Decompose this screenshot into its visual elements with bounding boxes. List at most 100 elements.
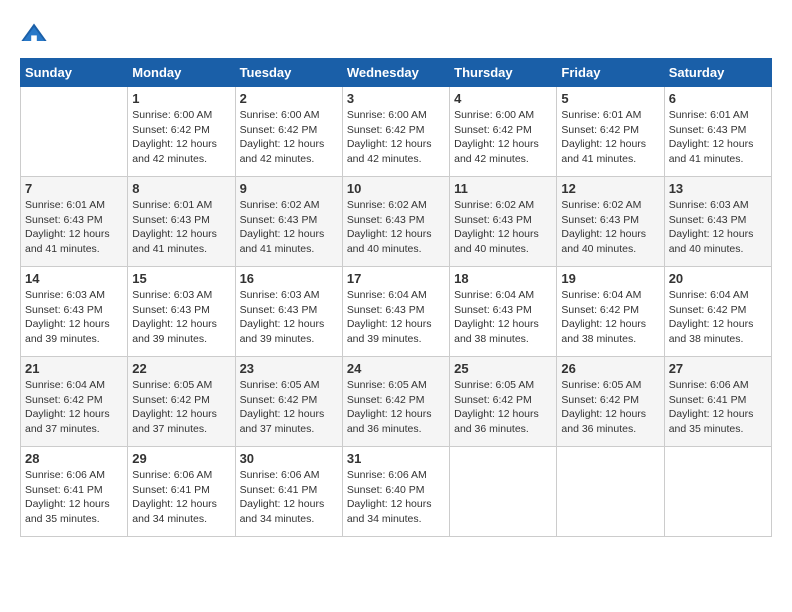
column-header-wednesday: Wednesday (342, 59, 449, 87)
calendar-cell: 6Sunrise: 6:01 AM Sunset: 6:43 PM Daylig… (664, 87, 771, 177)
calendar-cell: 9 Sunrise: 6:02 AM Sunset: 6:43 PM Daylig… (235, 177, 342, 267)
day-info: Sunrise: 6:00 AM Sunset: 6:42 PM Dayligh… (132, 108, 230, 167)
day-number: 22 (132, 361, 230, 376)
day-number: 15 (132, 271, 230, 286)
day-number: 8 (132, 181, 230, 196)
day-info: Sunrise: 6:00 AM Sunset: 6:42 PM Dayligh… (347, 108, 445, 167)
day-number: 19 (561, 271, 659, 286)
day-info: Sunrise: 6:06 AM Sunset: 6:40 PM Dayligh… (347, 468, 445, 527)
calendar-week-row: 28Sunrise: 6:06 AM Sunset: 6:41 PM Dayli… (21, 447, 772, 537)
calendar-cell: 14 Sunrise: 6:03 AM Sunset: 6:43 PM Dayli… (21, 267, 128, 357)
day-info: Sunrise: 6:06 AM Sunset: 6:41 PM Dayligh… (669, 378, 767, 437)
day-info: Sunrise: 6:04 AM Sunset: 6:43 PM Dayligh… (347, 288, 445, 347)
day-number: 17 (347, 271, 445, 286)
day-info: Sunrise: 6:06 AM Sunset: 6:41 PM Dayligh… (240, 468, 338, 527)
column-header-saturday: Saturday (664, 59, 771, 87)
calendar-cell: 5 Sunrise: 6:01 AM Sunset: 6:42 PM Daylig… (557, 87, 664, 177)
calendar-cell: 21 Sunrise: 6:04 AM Sunset: 6:42 PM Dayli… (21, 357, 128, 447)
column-header-sunday: Sunday (21, 59, 128, 87)
calendar: SundayMondayTuesdayWednesdayThursdayFrid… (20, 58, 772, 537)
day-number: 14 (25, 271, 123, 286)
day-number: 26 (561, 361, 659, 376)
calendar-cell: 26 Sunrise: 6:05 AM Sunset: 6:42 PM Dayli… (557, 357, 664, 447)
calendar-cell: 28Sunrise: 6:06 AM Sunset: 6:41 PM Dayli… (21, 447, 128, 537)
day-number: 4 (454, 91, 552, 106)
day-info: Sunrise: 6:05 AM Sunset: 6:42 PM Dayligh… (240, 378, 338, 437)
column-header-thursday: Thursday (450, 59, 557, 87)
day-info: Sunrise: 6:00 AM Sunset: 6:42 PM Dayligh… (240, 108, 338, 167)
day-number: 18 (454, 271, 552, 286)
calendar-cell: 16 Sunrise: 6:03 AM Sunset: 6:43 PM Dayli… (235, 267, 342, 357)
day-info: Sunrise: 6:02 AM Sunset: 6:43 PM Dayligh… (561, 198, 659, 257)
calendar-cell: 13 Sunrise: 6:03 AM Sunset: 6:43 PM Dayli… (664, 177, 771, 267)
day-info: Sunrise: 6:02 AM Sunset: 6:43 PM Dayligh… (240, 198, 338, 257)
column-header-friday: Friday (557, 59, 664, 87)
day-number: 21 (25, 361, 123, 376)
day-info: Sunrise: 6:01 AM Sunset: 6:43 PM Dayligh… (132, 198, 230, 257)
day-number: 7 (25, 181, 123, 196)
day-number: 31 (347, 451, 445, 466)
day-number: 6 (669, 91, 767, 106)
day-number: 16 (240, 271, 338, 286)
day-info: Sunrise: 6:00 AM Sunset: 6:42 PM Dayligh… (454, 108, 552, 167)
calendar-cell: 12 Sunrise: 6:02 AM Sunset: 6:43 PM Dayli… (557, 177, 664, 267)
day-number: 29 (132, 451, 230, 466)
calendar-cell (21, 87, 128, 177)
day-info: Sunrise: 6:01 AM Sunset: 6:42 PM Dayligh… (561, 108, 659, 167)
day-info: Sunrise: 6:06 AM Sunset: 6:41 PM Dayligh… (132, 468, 230, 527)
day-info: Sunrise: 6:06 AM Sunset: 6:41 PM Dayligh… (25, 468, 123, 527)
day-number: 5 (561, 91, 659, 106)
day-info: Sunrise: 6:03 AM Sunset: 6:43 PM Dayligh… (240, 288, 338, 347)
day-number: 25 (454, 361, 552, 376)
day-number: 3 (347, 91, 445, 106)
calendar-cell: 11Sunrise: 6:02 AM Sunset: 6:43 PM Dayli… (450, 177, 557, 267)
calendar-cell: 17 Sunrise: 6:04 AM Sunset: 6:43 PM Dayli… (342, 267, 449, 357)
calendar-week-row: 21 Sunrise: 6:04 AM Sunset: 6:42 PM Dayli… (21, 357, 772, 447)
column-header-monday: Monday (128, 59, 235, 87)
day-number: 30 (240, 451, 338, 466)
calendar-cell: 3 Sunrise: 6:00 AM Sunset: 6:42 PM Daylig… (342, 87, 449, 177)
day-number: 13 (669, 181, 767, 196)
day-info: Sunrise: 6:03 AM Sunset: 6:43 PM Dayligh… (669, 198, 767, 257)
day-info: Sunrise: 6:04 AM Sunset: 6:43 PM Dayligh… (454, 288, 552, 347)
day-info: Sunrise: 6:03 AM Sunset: 6:43 PM Dayligh… (25, 288, 123, 347)
day-number: 9 (240, 181, 338, 196)
calendar-cell: 29 Sunrise: 6:06 AM Sunset: 6:41 PM Dayli… (128, 447, 235, 537)
calendar-cell: 15Sunrise: 6:03 AM Sunset: 6:43 PM Dayli… (128, 267, 235, 357)
calendar-week-row: 1 Sunrise: 6:00 AM Sunset: 6:42 PM Daylig… (21, 87, 772, 177)
day-info: Sunrise: 6:02 AM Sunset: 6:43 PM Dayligh… (454, 198, 552, 257)
calendar-cell: 10 Sunrise: 6:02 AM Sunset: 6:43 PM Dayli… (342, 177, 449, 267)
calendar-cell: 25Sunrise: 6:05 AM Sunset: 6:42 PM Dayli… (450, 357, 557, 447)
calendar-cell: 18 Sunrise: 6:04 AM Sunset: 6:43 PM Dayli… (450, 267, 557, 357)
day-number: 10 (347, 181, 445, 196)
calendar-cell: 19Sunrise: 6:04 AM Sunset: 6:42 PM Dayli… (557, 267, 664, 357)
logo-icon (20, 20, 48, 48)
calendar-week-row: 7 Sunrise: 6:01 AM Sunset: 6:43 PM Daylig… (21, 177, 772, 267)
calendar-cell: 31 Sunrise: 6:06 AM Sunset: 6:40 PM Dayli… (342, 447, 449, 537)
calendar-cell: 1 Sunrise: 6:00 AM Sunset: 6:42 PM Daylig… (128, 87, 235, 177)
calendar-cell (557, 447, 664, 537)
calendar-cell: 23 Sunrise: 6:05 AM Sunset: 6:42 PM Dayli… (235, 357, 342, 447)
day-number: 2 (240, 91, 338, 106)
calendar-cell: 7Sunrise: 6:01 AM Sunset: 6:43 PM Daylig… (21, 177, 128, 267)
day-number: 1 (132, 91, 230, 106)
calendar-cell: 2 Sunrise: 6:00 AM Sunset: 6:42 PM Daylig… (235, 87, 342, 177)
calendar-cell: 24Sunrise: 6:05 AM Sunset: 6:42 PM Dayli… (342, 357, 449, 447)
header (20, 20, 772, 48)
logo (20, 20, 52, 48)
day-info: Sunrise: 6:05 AM Sunset: 6:42 PM Dayligh… (132, 378, 230, 437)
day-number: 23 (240, 361, 338, 376)
day-info: Sunrise: 6:04 AM Sunset: 6:42 PM Dayligh… (669, 288, 767, 347)
column-header-tuesday: Tuesday (235, 59, 342, 87)
calendar-cell: 27Sunrise: 6:06 AM Sunset: 6:41 PM Dayli… (664, 357, 771, 447)
day-info: Sunrise: 6:05 AM Sunset: 6:42 PM Dayligh… (561, 378, 659, 437)
day-info: Sunrise: 6:02 AM Sunset: 6:43 PM Dayligh… (347, 198, 445, 257)
calendar-cell (450, 447, 557, 537)
day-number: 12 (561, 181, 659, 196)
day-info: Sunrise: 6:04 AM Sunset: 6:42 PM Dayligh… (25, 378, 123, 437)
calendar-cell: 8 Sunrise: 6:01 AM Sunset: 6:43 PM Daylig… (128, 177, 235, 267)
calendar-cell: 22 Sunrise: 6:05 AM Sunset: 6:42 PM Dayli… (128, 357, 235, 447)
calendar-cell (664, 447, 771, 537)
calendar-week-row: 14 Sunrise: 6:03 AM Sunset: 6:43 PM Dayli… (21, 267, 772, 357)
calendar-header-row: SundayMondayTuesdayWednesdayThursdayFrid… (21, 59, 772, 87)
